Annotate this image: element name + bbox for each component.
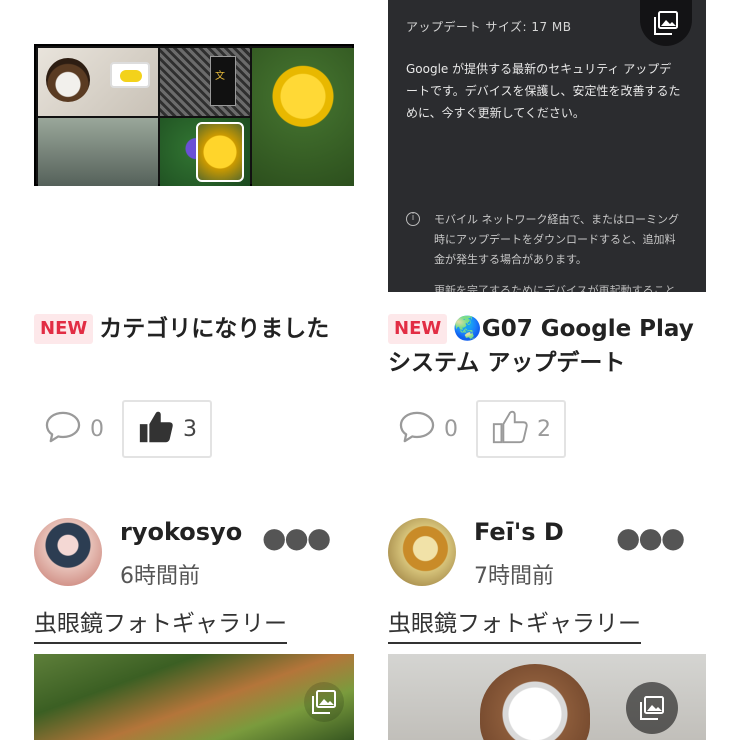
card-thumbnail-screenshot[interactable]: アップデート サイズ: 17 MB Google が提供する最新のセキュリティ … xyxy=(388,0,706,292)
update-size-text: アップデート サイズ: 17 MB xyxy=(406,20,572,34)
info-icon: i xyxy=(406,212,420,226)
post-time: 7時間前 xyxy=(474,564,554,589)
gallery-icon[interactable] xyxy=(626,682,678,734)
post-time: 6時間前 xyxy=(120,564,200,589)
card-title[interactable]: NEW 🌏G07 Google Play システム アップデート xyxy=(388,312,708,380)
raccoon-plush-photo xyxy=(46,58,90,102)
like-button[interactable]: 3 xyxy=(122,400,212,458)
speech-bubble-icon[interactable] xyxy=(44,410,82,448)
reaction-bar: 0 2 xyxy=(398,400,566,458)
comment-count: 0 xyxy=(444,416,458,442)
username[interactable]: Feī's D xyxy=(474,518,564,546)
reaction-bar: 0 3 xyxy=(44,400,212,458)
card-title-text: カテゴリになりました xyxy=(99,316,330,342)
username[interactable]: ryokosyo xyxy=(120,518,242,546)
plush-toy-photo xyxy=(480,664,590,740)
new-badge: NEW xyxy=(34,314,94,344)
thumbs-up-icon xyxy=(137,408,175,450)
collage-tile-phone xyxy=(160,48,250,116)
collage-tile-raccoon xyxy=(38,48,158,116)
avatar[interactable] xyxy=(388,518,456,586)
phone-photo xyxy=(210,56,236,106)
collage-tile-dandelion xyxy=(252,48,354,186)
speech-bubble-icon[interactable] xyxy=(398,410,436,448)
more-dots-icon[interactable]: ●●● xyxy=(616,524,685,552)
yellow-flower-photo xyxy=(196,122,244,182)
collage-tile-building xyxy=(38,118,158,186)
category-link[interactable]: 虫眼鏡フォトギャラリー xyxy=(388,604,641,644)
thumbs-up-icon xyxy=(491,408,529,450)
update-note-cut: 更新を完了するためにデバイスが再起動すること xyxy=(434,284,676,292)
update-description: Google が提供する最新のセキュリティ アップデートです。デバイスを保護し、… xyxy=(406,62,681,120)
post-photo[interactable] xyxy=(388,654,706,740)
comment-count: 0 xyxy=(90,416,104,442)
avatar[interactable] xyxy=(34,518,102,586)
post-photo[interactable] xyxy=(34,654,354,740)
like-count: 3 xyxy=(183,416,197,442)
toy-car-photo xyxy=(110,62,150,88)
collage-tile-purple-flowers xyxy=(160,118,250,186)
new-badge: NEW xyxy=(388,314,448,344)
post-author: Feī's D 7時間前 ●●● xyxy=(388,518,708,589)
like-count: 2 xyxy=(537,416,551,442)
card-thumbnail-collage[interactable] xyxy=(34,44,354,186)
more-dots-icon[interactable]: ●●● xyxy=(262,524,331,552)
post-author: ryokosyo 6時間前 ●●● xyxy=(34,518,354,589)
card-title[interactable]: NEW カテゴリになりました xyxy=(34,312,354,346)
photo-collage xyxy=(38,48,354,186)
gallery-icon[interactable] xyxy=(304,682,344,722)
update-note: モバイル ネットワーク経由で、またはローミング時にアップデートをダウンロードする… xyxy=(434,213,680,266)
gallery-icon[interactable] xyxy=(640,0,692,46)
like-button[interactable]: 2 xyxy=(476,400,566,458)
category-link[interactable]: 虫眼鏡フォトギャラリー xyxy=(34,604,287,644)
